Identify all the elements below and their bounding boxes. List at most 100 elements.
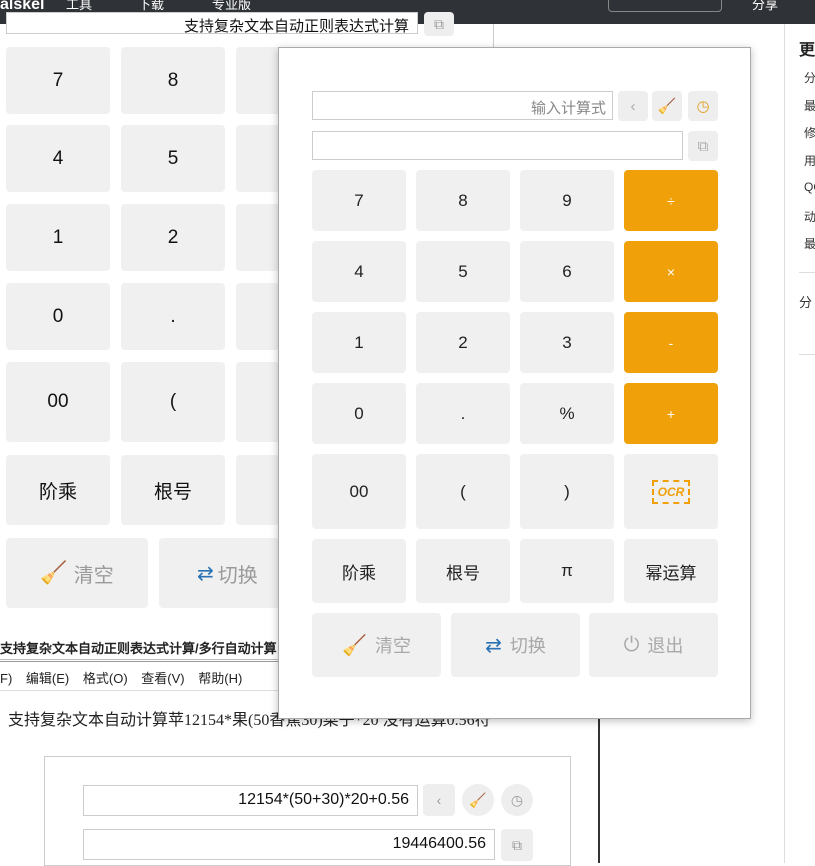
sidebar-item[interactable]: 修 [804, 124, 815, 141]
notepad-title: 支持复杂文本自动正则表达式计算/多行自动计算 [0, 636, 280, 660]
bg-copy-icon[interactable]: ⧉ [424, 12, 454, 36]
bg-key-percent[interactable] [236, 283, 280, 350]
key-percent[interactable]: % [520, 383, 614, 444]
sidebar-divider [799, 272, 815, 273]
bg-key-9[interactable] [236, 47, 280, 114]
clear-button[interactable]: 🧹 清空 [312, 613, 441, 677]
bg-key-1[interactable]: 1 [6, 204, 110, 271]
divider [493, 24, 494, 48]
bg-key-3[interactable] [236, 204, 280, 271]
bg-key-8[interactable]: 8 [121, 47, 225, 114]
bg-key-0[interactable]: 0 [6, 283, 110, 350]
broom-icon: 🧹 [40, 560, 68, 585]
key-divide[interactable]: ÷ [624, 170, 718, 231]
mini-expression-field[interactable]: 12154*(50+30)*20+0.56 [83, 785, 418, 816]
mini-calculator: 12154*(50+30)*20+0.56 ‹ 🧹 ◷ 19446400.56 … [44, 756, 571, 866]
bg-key-factorial[interactable]: 阶乘 [6, 455, 110, 525]
copy-icon[interactable]: ⧉ [688, 131, 718, 161]
sidebar-item[interactable]: QQ [804, 180, 815, 194]
key-dot[interactable]: . [416, 383, 510, 444]
history-icon[interactable]: ◷ [688, 91, 718, 121]
switch-button[interactable]: ⇄ 切换 [451, 613, 580, 677]
bg-key-4[interactable]: 4 [6, 125, 110, 192]
sidebar-item[interactable]: 分 [799, 292, 812, 311]
switch-icon: ⇄ [197, 562, 214, 585]
back-icon[interactable]: ‹ [618, 91, 648, 121]
share-link[interactable]: 分享 [752, 0, 778, 13]
key-2[interactable]: 2 [416, 312, 510, 373]
sidebar-heading: 更 [799, 42, 815, 59]
bg-key-dot[interactable]: . [121, 283, 225, 350]
right-sidebar: 更 分 最 修 用 QQ 动 最 分 [784, 24, 815, 863]
menu-edit[interactable]: 编辑(E) [26, 671, 69, 686]
menu-help[interactable]: 帮助(H) [198, 671, 242, 686]
key-9[interactable]: 9 [520, 170, 614, 231]
search-input[interactable] [608, 0, 722, 12]
bg-key-00[interactable]: 00 [6, 362, 110, 442]
bg-key-6[interactable] [236, 125, 280, 192]
sidebar-item[interactable]: 最 [804, 235, 815, 252]
result-field[interactable] [312, 131, 683, 160]
sidebar-item[interactable]: 最 [804, 97, 815, 114]
broom-icon[interactable]: 🧹 [652, 91, 682, 121]
key-plus[interactable]: + [624, 383, 718, 444]
divider [0, 661, 278, 662]
bg-key-7[interactable]: 7 [6, 47, 110, 114]
bg-clear-button[interactable]: 🧹 清空 [6, 538, 148, 608]
exit-button[interactable]: ⏻ 退出 [589, 613, 718, 677]
menu-view[interactable]: 查看(V) [141, 671, 184, 686]
bg-key-5[interactable]: 5 [121, 125, 225, 192]
menu-format[interactable]: 格式(O) [83, 671, 128, 686]
key-power[interactable]: 幂运算 [624, 539, 718, 603]
ocr-icon: OCR [651, 479, 691, 504]
bg-expression-field[interactable]: 支持复杂文本自动正则表达式计算 [6, 12, 418, 35]
sidebar-item[interactable]: 分 [804, 69, 815, 86]
key-lparen[interactable]: ( [416, 454, 510, 529]
bg-key-sqrt[interactable]: 根号 [121, 455, 225, 525]
switch-icon: ⇄ [485, 634, 502, 657]
mini-history-icon[interactable]: ◷ [501, 784, 533, 816]
bg-key-lparen[interactable]: ( [121, 362, 225, 442]
bg-clear-label: 清空 [73, 564, 114, 587]
key-pi[interactable]: π [520, 539, 614, 603]
key-6[interactable]: 6 [520, 241, 614, 302]
clear-label: 清空 [374, 636, 411, 656]
expression-input[interactable]: 输入计算式 [312, 91, 613, 120]
key-factorial[interactable]: 阶乘 [312, 539, 406, 603]
divider [598, 718, 600, 863]
key-7[interactable]: 7 [312, 170, 406, 231]
sidebar-divider [799, 354, 815, 355]
bg-key-pi[interactable] [236, 455, 280, 525]
sidebar-item[interactable]: 动 [804, 208, 815, 225]
mini-copy-icon[interactable]: ⧉ [501, 829, 533, 861]
calculator-window: 输入计算式 ‹ 🧹 ◷ ⧉ 7 8 9 ÷ 4 5 6 × 1 2 3 - 0 … [278, 47, 751, 719]
menu-file[interactable]: F) [0, 671, 12, 686]
switch-label: 切换 [509, 636, 546, 656]
key-3[interactable]: 3 [520, 312, 614, 373]
ocr-button[interactable]: OCR [624, 454, 718, 529]
key-sqrt[interactable]: 根号 [416, 539, 510, 603]
broom-icon: 🧹 [342, 634, 367, 657]
exit-label: 退出 [647, 636, 684, 656]
mini-broom-icon[interactable]: 🧹 [462, 784, 494, 816]
background-calculator: 支持复杂文本自动正则表达式计算 ⧉ 7 8 4 5 1 2 0 . 00 ( 阶… [0, 0, 454, 640]
mini-back-icon[interactable]: ‹ [423, 784, 455, 816]
bg-key-2[interactable]: 2 [121, 204, 225, 271]
divider [0, 690, 278, 691]
bg-switch-label: 切换 [217, 564, 258, 587]
key-multiply[interactable]: × [624, 241, 718, 302]
key-1[interactable]: 1 [312, 312, 406, 373]
notepad-menubar: F) 编辑(E) 格式(O) 查看(V) 帮助(H) [0, 668, 252, 687]
sidebar-item[interactable]: 用 [804, 152, 815, 169]
key-5[interactable]: 5 [416, 241, 510, 302]
bg-key-rparen[interactable] [236, 362, 280, 442]
power-icon: ⏻ [623, 633, 640, 656]
key-8[interactable]: 8 [416, 170, 510, 231]
key-minus[interactable]: - [624, 312, 718, 373]
bg-switch-button[interactable]: ⇄ 切换 [159, 538, 280, 608]
key-00[interactable]: 00 [312, 454, 406, 529]
mini-result-field[interactable]: 19446400.56 [83, 829, 495, 860]
key-rparen[interactable]: ) [520, 454, 614, 529]
key-4[interactable]: 4 [312, 241, 406, 302]
key-0[interactable]: 0 [312, 383, 406, 444]
